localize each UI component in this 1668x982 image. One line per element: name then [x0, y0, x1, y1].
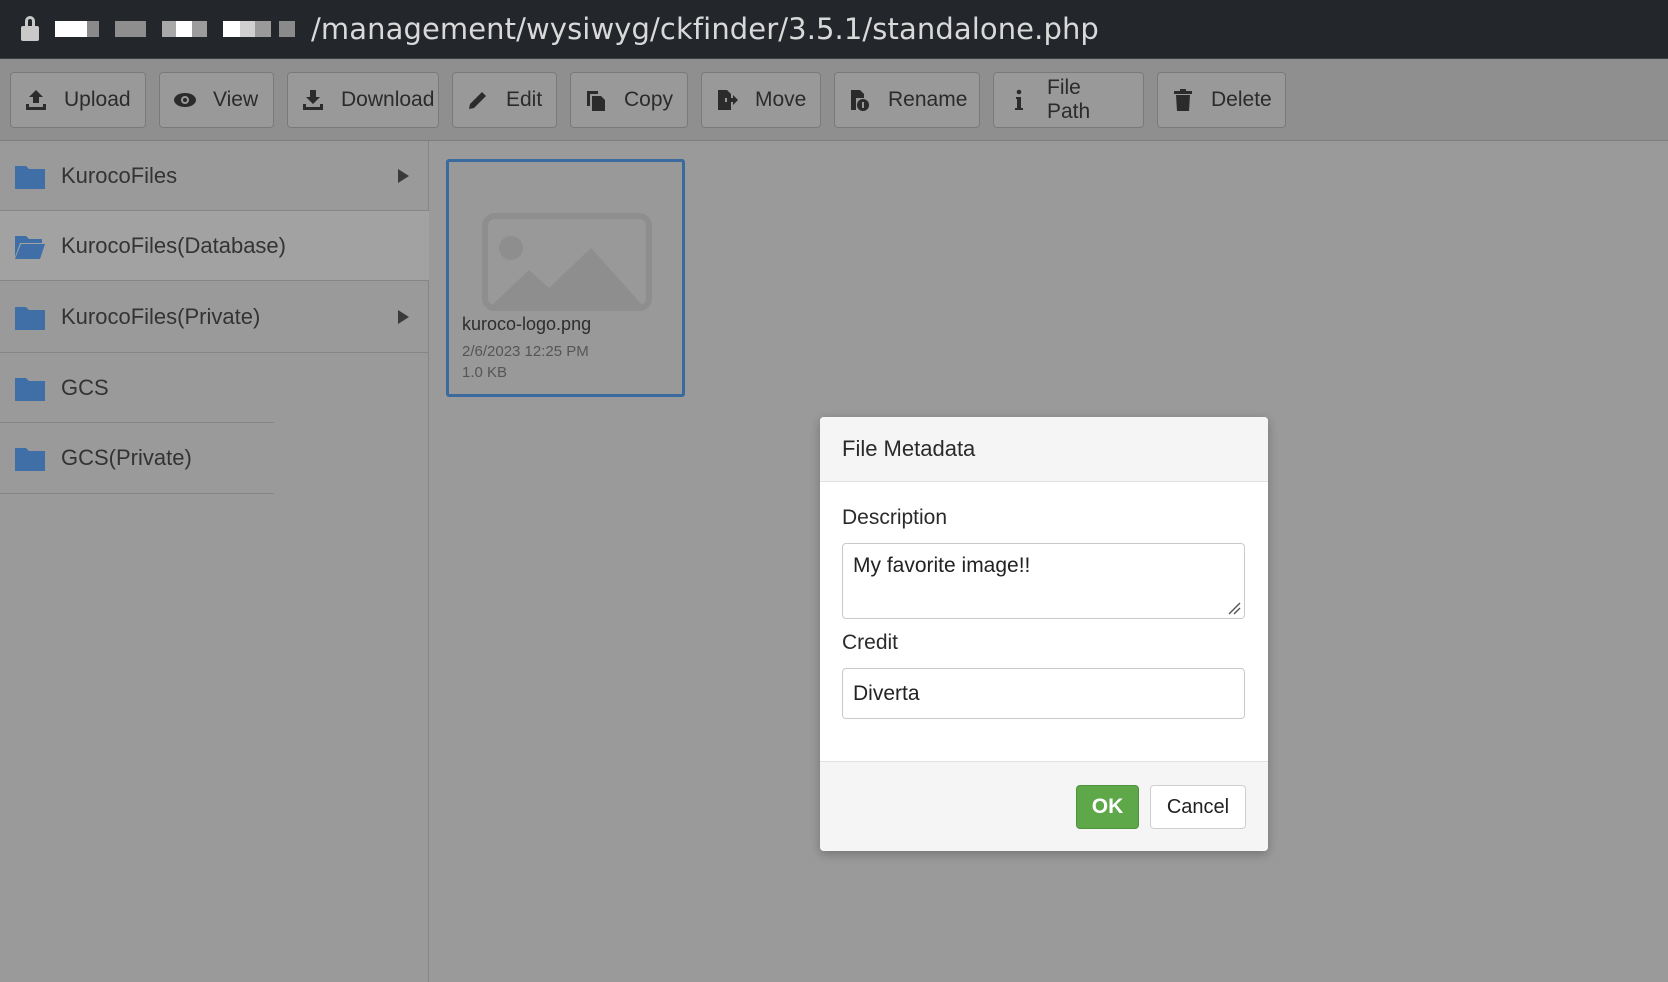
- rename-label: Rename: [888, 87, 968, 111]
- file-item[interactable]: kuroco-logo.png 2/6/2023 12:25 PM 1.0 KB: [446, 159, 685, 397]
- trash-icon: [1171, 87, 1195, 113]
- file-path-button[interactable]: File Path: [993, 71, 1144, 128]
- folder-open-icon: [15, 235, 45, 259]
- delete-label: Delete: [1211, 87, 1272, 111]
- edit-button[interactable]: Edit: [452, 71, 557, 128]
- toolbar: Upload View Download Edit Copy Move Rena…: [0, 59, 1668, 141]
- expand-arrow-icon[interactable]: [398, 168, 409, 183]
- file-size: 1.0 KB: [462, 364, 508, 381]
- folder-item-kurocofiles-database[interactable]: KurocoFiles(Database): [0, 211, 429, 281]
- description-value: My favorite image!!: [853, 554, 1031, 577]
- dialog-footer: OK Cancel: [820, 761, 1268, 851]
- eye-icon: [173, 87, 197, 113]
- folder-label: KurocoFiles(Private): [61, 303, 261, 329]
- dialog-title: File Metadata: [820, 417, 1268, 482]
- folder-label: GCS(Private): [61, 445, 192, 470]
- rename-icon: [848, 87, 872, 113]
- view-label: View: [213, 87, 259, 111]
- rename-button[interactable]: Rename: [834, 71, 980, 128]
- edit-label: Edit: [506, 87, 543, 111]
- move-icon: [715, 87, 739, 113]
- move-label: Move: [755, 87, 807, 111]
- credit-value: Diverta: [853, 681, 920, 705]
- address-bar[interactable]: /management/wysiwyg/ckfinder/3.5.1/stand…: [0, 0, 1668, 59]
- folder-icon: [15, 165, 45, 189]
- ok-button[interactable]: OK: [1076, 785, 1139, 829]
- download-label: Download: [341, 87, 435, 111]
- folder-icon: [15, 377, 45, 401]
- resize-handle-icon[interactable]: [1227, 601, 1241, 615]
- info-icon: [1007, 87, 1031, 113]
- url-text: /management/wysiwyg/ckfinder/3.5.1/stand…: [311, 12, 1099, 46]
- credit-label: Credit: [842, 631, 899, 654]
- description-textarea[interactable]: My favorite image!!: [842, 543, 1245, 619]
- file-name: kuroco-logo.png: [462, 314, 592, 334]
- file-date: 2/6/2023 12:25 PM: [462, 343, 589, 360]
- file-path-label: File Path: [1047, 75, 1091, 123]
- cancel-button[interactable]: Cancel: [1150, 785, 1246, 829]
- folder-icon: [15, 448, 45, 471]
- redacted-host: [55, 21, 295, 37]
- folder-item-kurocofiles[interactable]: KurocoFiles: [0, 141, 429, 211]
- upload-label: Upload: [64, 87, 131, 111]
- folder-label: KurocoFiles: [61, 162, 178, 188]
- copy-label: Copy: [624, 87, 674, 111]
- view-button[interactable]: View: [159, 71, 274, 128]
- download-button[interactable]: Download: [287, 71, 439, 128]
- file-metadata-dialog: File Metadata Description My favorite im…: [820, 417, 1268, 851]
- download-icon: [301, 87, 325, 113]
- upload-button[interactable]: Upload: [10, 71, 146, 128]
- pencil-icon: [466, 87, 490, 113]
- upload-icon: [24, 87, 48, 113]
- folder-label: KurocoFiles(Database): [61, 232, 286, 258]
- image-placeholder-icon: [482, 213, 652, 311]
- copy-button[interactable]: Copy: [570, 71, 688, 128]
- folder-item-kurocofiles-private[interactable]: KurocoFiles(Private): [0, 281, 429, 353]
- expand-arrow-icon[interactable]: [398, 309, 409, 324]
- folder-item-gcs[interactable]: GCS: [0, 353, 274, 423]
- credit-input[interactable]: Diverta: [842, 668, 1245, 719]
- folder-item-gcs-private[interactable]: GCS(Private): [0, 423, 274, 494]
- folder-label: GCS: [61, 374, 109, 400]
- move-button[interactable]: Move: [701, 71, 821, 128]
- description-label: Description: [842, 506, 948, 529]
- folder-icon: [15, 306, 45, 330]
- lock-icon: [21, 16, 39, 42]
- delete-button[interactable]: Delete: [1157, 71, 1286, 128]
- folder-tree: KurocoFiles KurocoFiles(Database) Kuroco…: [0, 141, 429, 982]
- copy-icon: [584, 87, 608, 113]
